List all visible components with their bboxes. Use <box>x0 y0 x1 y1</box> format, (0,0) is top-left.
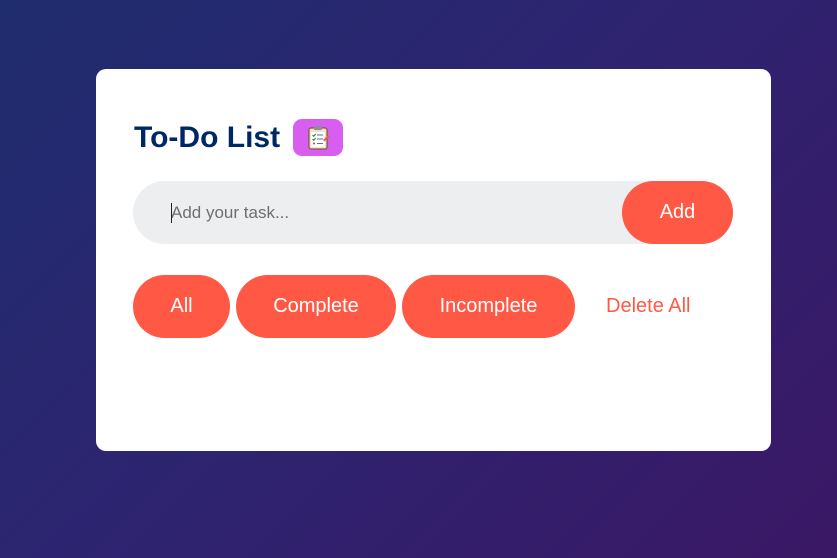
task-input[interactable] <box>171 181 611 244</box>
filter-bar: All Complete Incomplete Delete All <box>133 275 691 338</box>
clipboard-checklist-icon <box>293 119 344 156</box>
todo-card: To-Do List Add All Complete Incomplete D… <box>96 69 771 451</box>
filter-incomplete-button[interactable]: Incomplete <box>402 275 575 338</box>
filter-complete-button[interactable]: Complete <box>236 275 396 338</box>
page-title: To-Do List <box>134 120 281 154</box>
add-button[interactable]: Add <box>622 181 733 244</box>
task-input-row: Add <box>133 181 733 244</box>
text-caret <box>171 203 172 223</box>
filter-all-button[interactable]: All <box>133 275 230 338</box>
delete-all-button[interactable]: Delete All <box>606 295 691 318</box>
header: To-Do List <box>134 119 344 156</box>
